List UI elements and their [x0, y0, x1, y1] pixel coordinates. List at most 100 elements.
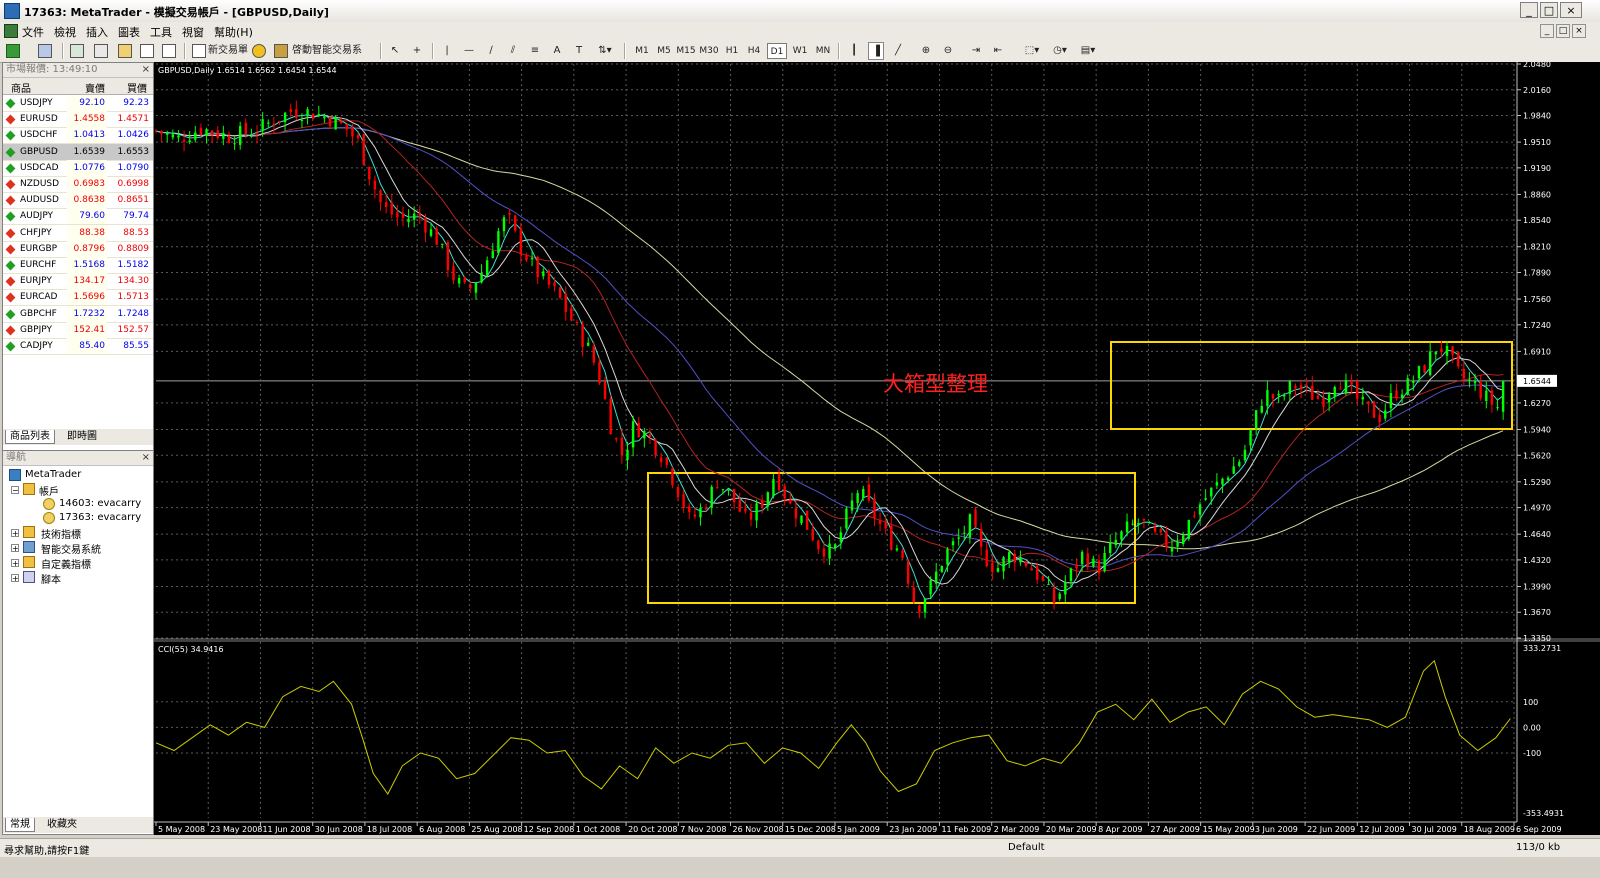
quote-row-eurchf[interactable]: EURCHF 1.5168 1.5182 — [3, 257, 153, 274]
vertical-line-icon[interactable]: | — [440, 42, 454, 60]
expand-icon[interactable]: + — [11, 574, 19, 583]
menu-file[interactable]: 文件 — [22, 24, 44, 40]
quote-row-eurjpy[interactable]: EURJPY 134.17 134.30 — [3, 273, 153, 291]
price-chart[interactable]: 2.0480 2.0160 1.9840 1.9510 1.9190 1.8860 1.85… — [154, 60, 1600, 835]
tab-common[interactable]: 常規 — [5, 818, 35, 832]
timeframe-m15[interactable]: M15 — [676, 43, 696, 59]
candle-body — [1226, 477, 1230, 481]
quote-row-gbpjpy[interactable]: GBPJPY 152.41 152.57 — [3, 321, 153, 339]
timeframe-m5[interactable]: M5 — [654, 43, 674, 59]
col-ask[interactable]: 買價 — [127, 80, 147, 95]
mdi-minimize-button[interactable]: _ — [1540, 24, 1554, 38]
market-watch-close-icon[interactable]: × — [142, 63, 150, 77]
periods-icon[interactable]: ◷▾ — [1048, 42, 1072, 60]
nav-indicators[interactable]: 技術指標 — [41, 526, 81, 541]
quote-row-usdchf[interactable]: USDCHF 1.0413 1.0426 — [3, 127, 153, 145]
nav-custom-indicators[interactable]: 自定義指標 — [41, 556, 91, 571]
nav-account-2[interactable]: 17363: evacarry — [59, 512, 141, 523]
close-button[interactable]: × — [1560, 2, 1582, 18]
quote-row-audusd[interactable]: AUDUSD 0.8638 0.8651 — [3, 192, 153, 210]
zoom-out-icon[interactable]: ⊖ — [940, 42, 956, 60]
quote-row-gbpchf[interactable]: GBPCHF 1.7232 1.7248 — [3, 305, 153, 323]
quote-row-chfjpy[interactable]: CHFJPY 88.38 88.53 — [3, 224, 153, 242]
minimize-button[interactable]: _ — [1520, 2, 1538, 18]
tab-favorites[interactable]: 收藏夾 — [43, 818, 81, 832]
candlestick-icon[interactable]: ▐ — [868, 42, 884, 60]
arrows-icon[interactable]: ⇅▾ — [594, 42, 616, 60]
quote-row-usdcad[interactable]: USDCAD 1.0776 1.0790 — [3, 159, 153, 177]
menu-insert[interactable]: 插入 — [86, 24, 108, 40]
maximize-button[interactable]: □ — [1540, 2, 1558, 18]
timeframe-h1[interactable]: H1 — [722, 43, 742, 59]
candle-body — [654, 439, 657, 456]
autotrading-icon[interactable] — [274, 44, 288, 58]
expand-icon[interactable]: + — [11, 529, 19, 538]
quote-row-gbpusd[interactable]: GBPUSD 1.6539 1.6553 — [3, 143, 153, 161]
quote-row-eurgbp[interactable]: EURGBP 0.8796 0.8809 — [3, 240, 153, 258]
navigator-close-icon[interactable]: × — [142, 451, 150, 465]
timeframe-d1[interactable]: D1 — [767, 43, 787, 59]
nav-expert-advisors[interactable]: 智能交易系統 — [41, 541, 101, 556]
profiles-icon[interactable] — [38, 44, 52, 58]
expand-icon[interactable]: + — [11, 559, 19, 568]
autoscroll-icon[interactable]: ⇥ — [968, 42, 984, 60]
bar-chart-icon[interactable]: ┃ — [846, 42, 862, 60]
horizontal-line-icon[interactable]: — — [462, 42, 476, 60]
expert-advisors-button[interactable]: 啓動智能交易系統 — [292, 42, 368, 74]
templates-icon[interactable]: ▤▾ — [1076, 42, 1100, 60]
data-window-icon[interactable] — [94, 44, 108, 58]
strategy-tester-icon[interactable] — [162, 44, 176, 58]
tab-tick-chart[interactable]: 即時圖 — [63, 430, 101, 444]
fibonacci-icon[interactable]: ≡ — [528, 42, 542, 60]
mdi-close-button[interactable]: × — [1572, 24, 1586, 38]
expand-icon[interactable]: + — [11, 544, 19, 553]
menu-help[interactable]: 幫助(H) — [214, 24, 253, 40]
quote-ask: 79.74 — [123, 211, 149, 222]
channel-icon[interactable]: ⫽ — [506, 42, 520, 60]
menu-view[interactable]: 檢視 — [54, 24, 76, 40]
nav-account-1[interactable]: 14603: evacarry — [59, 498, 141, 509]
indicators-icon[interactable]: ⬚▾ — [1020, 42, 1044, 60]
trendline-icon[interactable]: ∕ — [484, 42, 498, 60]
crosshair-icon[interactable]: + — [410, 42, 424, 60]
cursor-icon[interactable]: ↖ — [388, 42, 402, 60]
range-annotation: 大箱型整理 — [883, 372, 988, 396]
zoom-in-icon[interactable]: ⊕ — [918, 42, 934, 60]
timeframe-m1[interactable]: M1 — [632, 43, 652, 59]
nav-accounts[interactable]: 帳戶 — [39, 483, 59, 498]
nav-scripts[interactable]: 腳本 — [41, 571, 61, 586]
candle-body — [648, 434, 652, 438]
chart-window-icon[interactable] — [4, 24, 18, 38]
tab-symbols[interactable]: 商品列表 — [5, 430, 55, 444]
nav-root[interactable]: MetaTrader — [25, 469, 81, 480]
market-watch-icon[interactable] — [70, 44, 84, 58]
mdi-restore-button[interactable]: □ — [1556, 24, 1570, 38]
expert-advisors-icon[interactable] — [252, 44, 266, 58]
quote-row-eurusd[interactable]: EURUSD 1.4558 1.4571 — [3, 111, 153, 129]
collapse-icon[interactable]: − — [11, 486, 19, 495]
text-label-icon[interactable]: T — [572, 42, 586, 60]
menu-charts[interactable]: 圖表 — [118, 24, 140, 40]
quote-row-usdjpy[interactable]: USDJPY 92.10 92.23 — [3, 95, 153, 112]
new-order-icon[interactable] — [192, 44, 206, 58]
col-bid[interactable]: 賣價 — [85, 80, 105, 95]
line-chart-icon[interactable]: ╱ — [890, 42, 906, 60]
text-icon[interactable]: A — [550, 42, 564, 60]
menu-tools[interactable]: 工具 — [150, 24, 172, 40]
quote-row-cadjpy[interactable]: CADJPY 85.40 85.55 — [3, 338, 153, 355]
navigator-icon[interactable] — [118, 44, 132, 58]
timeframe-h4[interactable]: H4 — [744, 43, 764, 59]
quote-row-nzdusd[interactable]: NZDUSD 0.6983 0.6998 — [3, 176, 153, 193]
menu-window[interactable]: 視窗 — [182, 24, 204, 40]
new-chart-icon[interactable] — [6, 44, 20, 58]
quote-row-eurcad[interactable]: EURCAD 1.5696 1.5713 — [3, 289, 153, 307]
timeframe-mn[interactable]: MN — [813, 43, 833, 59]
chart-window[interactable]: 2.0480 2.0160 1.9840 1.9510 1.9190 1.8860 1.85… — [154, 60, 1600, 835]
timeframe-w1[interactable]: W1 — [790, 43, 810, 59]
quote-row-audjpy[interactable]: AUDJPY 79.60 79.74 — [3, 208, 153, 226]
terminal-icon[interactable] — [140, 44, 154, 58]
chart-shift-icon[interactable]: ⇤ — [990, 42, 1006, 60]
new-order-button[interactable]: 新交易單 — [208, 42, 248, 60]
col-symbol[interactable]: 商品 — [11, 80, 31, 95]
timeframe-m30[interactable]: M30 — [699, 43, 719, 59]
